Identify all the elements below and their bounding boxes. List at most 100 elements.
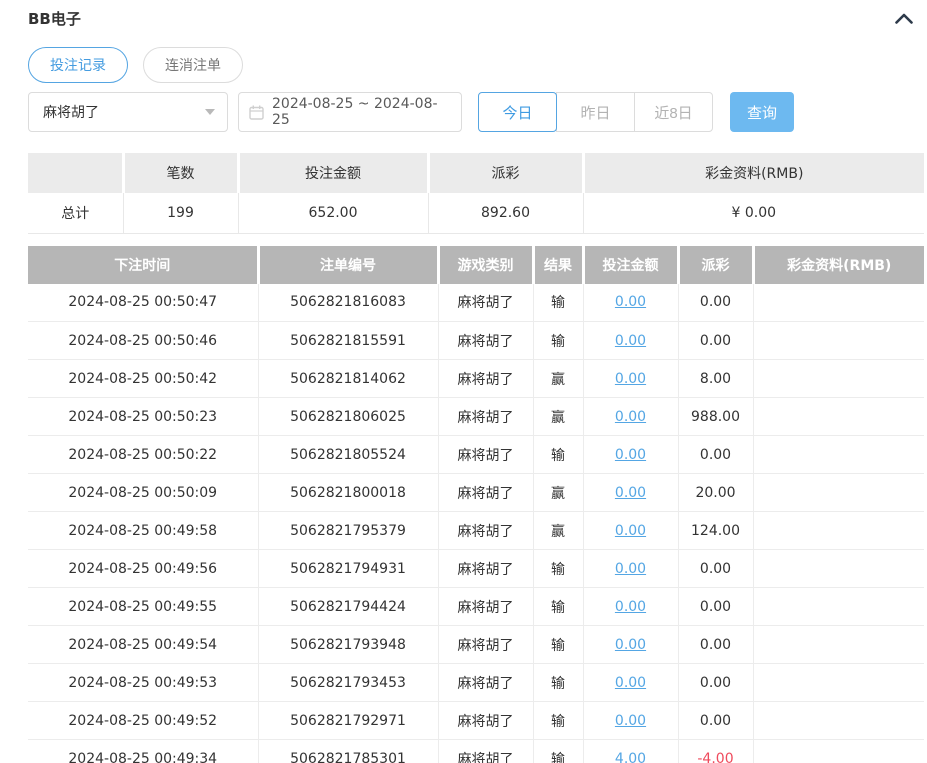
- collapse-panel-button[interactable]: [893, 7, 915, 29]
- game-type-cell: 麻将胡了: [438, 398, 533, 436]
- table-row: 2024-08-25 00:50:47 5062821816083 麻将胡了 输…: [28, 284, 924, 322]
- bet-amount-link[interactable]: 0.00: [615, 675, 646, 691]
- payout-cell: 124.00: [678, 512, 753, 550]
- order-id-cell: 5062821792971: [258, 702, 438, 740]
- game-type-cell: 麻将胡了: [438, 284, 533, 322]
- table-row: 2024-08-25 00:50:23 5062821806025 麻将胡了 赢…: [28, 398, 924, 436]
- order-id-cell: 5062821793453: [258, 664, 438, 702]
- order-id-cell: 5062821816083: [258, 284, 438, 322]
- bet-time-cell: 2024-08-25 00:49:53: [28, 664, 258, 702]
- tab-betting-records[interactable]: 投注记录: [28, 47, 128, 83]
- game-type-cell: 麻将胡了: [438, 664, 533, 702]
- summary-header-row: 笔数 投注金额 派彩 彩金资料(RMB): [28, 153, 924, 193]
- chevron-up-icon: [895, 13, 913, 24]
- payout-cell: -4.00: [678, 740, 753, 763]
- game-select-value: 麻将胡了: [43, 102, 99, 122]
- game-select[interactable]: 麻将胡了: [28, 92, 228, 132]
- bonus-cell: [753, 398, 924, 436]
- payout-cell: 8.00: [678, 360, 753, 398]
- bet-amount-link[interactable]: 0.00: [615, 447, 646, 463]
- payout-cell: 20.00: [678, 474, 753, 512]
- payout-cell: 0.00: [678, 284, 753, 322]
- page-title: BB电子: [28, 8, 81, 29]
- table-row: 2024-08-25 00:49:58 5062821795379 麻将胡了 赢…: [28, 512, 924, 550]
- bonus-cell: [753, 284, 924, 322]
- summary-total-row: 总计 199 652.00 892.60 ¥ 0.00: [28, 193, 924, 233]
- result-cell: 赢: [533, 512, 583, 550]
- tab-cancelled-orders[interactable]: 连消注单: [143, 47, 243, 83]
- summary-total-bonus: ¥ 0.00: [583, 193, 924, 233]
- bet-amount-link[interactable]: 0.00: [615, 333, 646, 349]
- bet-amount-link[interactable]: 0.00: [615, 485, 646, 501]
- game-type-cell: 麻将胡了: [438, 626, 533, 664]
- game-type-cell: 麻将胡了: [438, 550, 533, 588]
- date-range-input[interactable]: 2024-08-25 ~ 2024-08-25: [238, 92, 462, 132]
- bet-time-cell: 2024-08-25 00:50:47: [28, 284, 258, 322]
- summary-total-payout: 892.60: [428, 193, 583, 233]
- table-row: 2024-08-25 00:49:53 5062821793453 麻将胡了 输…: [28, 664, 924, 702]
- result-cell: 输: [533, 588, 583, 626]
- summary-total-label: 总计: [28, 193, 123, 233]
- bet-amount-cell: 0.00: [583, 436, 678, 474]
- result-cell: 赢: [533, 474, 583, 512]
- table-row: 2024-08-25 00:50:46 5062821815591 麻将胡了 输…: [28, 322, 924, 360]
- table-row: 2024-08-25 00:49:52 5062821792971 麻将胡了 输…: [28, 702, 924, 740]
- bet-amount-link[interactable]: 0.00: [615, 523, 646, 539]
- bet-amount-cell: 0.00: [583, 664, 678, 702]
- last-8-days-button[interactable]: 近8日: [634, 92, 713, 132]
- result-cell: 输: [533, 664, 583, 702]
- table-row: 2024-08-25 00:49:56 5062821794931 麻将胡了 输…: [28, 550, 924, 588]
- bet-amount-link[interactable]: 0.00: [615, 371, 646, 387]
- bet-amount-link[interactable]: 0.00: [615, 599, 646, 615]
- payout-cell: 0.00: [678, 664, 753, 702]
- game-type-cell: 麻将胡了: [438, 474, 533, 512]
- bet-amount-link[interactable]: 4.00: [615, 751, 646, 763]
- payout-cell: 0.00: [678, 550, 753, 588]
- bet-amount-cell: 4.00: [583, 740, 678, 763]
- payout-cell: 0.00: [678, 436, 753, 474]
- payout-cell: 0.00: [678, 322, 753, 360]
- bonus-cell: [753, 702, 924, 740]
- order-id-cell: 5062821793948: [258, 626, 438, 664]
- yesterday-button[interactable]: 昨日: [556, 92, 635, 132]
- table-row: 2024-08-25 00:50:22 5062821805524 麻将胡了 输…: [28, 436, 924, 474]
- bet-time-cell: 2024-08-25 00:49:58: [28, 512, 258, 550]
- bet-amount-link[interactable]: 0.00: [615, 409, 646, 425]
- summary-header-bonus: 彩金资料(RMB): [583, 153, 924, 193]
- bonus-cell: [753, 474, 924, 512]
- game-type-cell: 麻将胡了: [438, 360, 533, 398]
- payout-cell: 0.00: [678, 626, 753, 664]
- bet-amount-cell: 0.00: [583, 284, 678, 322]
- order-id-cell: 5062821785301: [258, 740, 438, 763]
- bet-amount-cell: 0.00: [583, 550, 678, 588]
- bonus-cell: [753, 626, 924, 664]
- bonus-cell: [753, 664, 924, 702]
- caret-down-icon: [205, 109, 215, 115]
- betting-records-panel: BB电子 投注记录 连消注单 麻将胡了 2024-08-25 ~ 2024-08…: [0, 0, 927, 763]
- table-row: 2024-08-25 00:49:54 5062821793948 麻将胡了 输…: [28, 626, 924, 664]
- bonus-cell: [753, 740, 924, 763]
- bet-amount-link[interactable]: 0.00: [615, 713, 646, 729]
- summary-header-payout: 派彩: [428, 153, 583, 193]
- order-id-cell: 5062821794931: [258, 550, 438, 588]
- result-cell: 输: [533, 702, 583, 740]
- order-id-cell: 5062821815591: [258, 322, 438, 360]
- result-cell: 输: [533, 626, 583, 664]
- bet-amount-link[interactable]: 0.00: [615, 561, 646, 577]
- table-row: 2024-08-25 00:50:42 5062821814062 麻将胡了 赢…: [28, 360, 924, 398]
- game-type-cell: 麻将胡了: [438, 322, 533, 360]
- records-header-result: 结果: [533, 246, 583, 284]
- table-row: 2024-08-25 00:49:34 5062821785301 麻将胡了 输…: [28, 740, 924, 763]
- bet-amount-link[interactable]: 0.00: [615, 294, 646, 310]
- bet-amount-cell: 0.00: [583, 702, 678, 740]
- result-cell: 赢: [533, 398, 583, 436]
- bet-amount-cell: 0.00: [583, 626, 678, 664]
- today-button[interactable]: 今日: [478, 92, 557, 132]
- bet-amount-link[interactable]: 0.00: [615, 637, 646, 653]
- bet-amount-cell: 0.00: [583, 588, 678, 626]
- search-button[interactable]: 查询: [730, 92, 794, 132]
- quick-date-button-group: 今日 昨日 近8日: [478, 92, 713, 132]
- summary-total-count: 199: [123, 193, 238, 233]
- bet-amount-cell: 0.00: [583, 512, 678, 550]
- bonus-cell: [753, 512, 924, 550]
